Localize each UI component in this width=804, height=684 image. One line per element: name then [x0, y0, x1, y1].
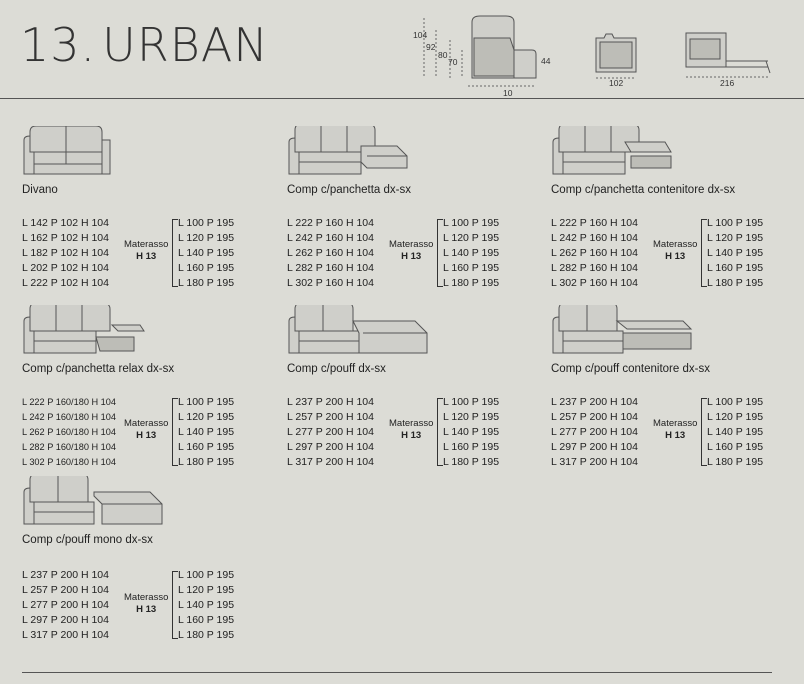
- materasso-label: Materasso H 13: [124, 239, 169, 262]
- mattress-list: L 100 P 195 L 120 P 195 L 140 P 195 L 16…: [178, 217, 235, 289]
- product-panchetta: Comp c/panchetta dx-sx L 222 P 160 H 104…: [287, 126, 537, 296]
- dim-bed-depth: 102: [609, 78, 624, 88]
- product-name: Comp c/panchetta relax dx-sx: [22, 363, 175, 375]
- header-divider: [0, 98, 804, 99]
- pouff-contenitore-image: [552, 305, 693, 354]
- dimension-list: L 237 P 200 H 104 L 257 P 200 H 104 L 27…: [551, 396, 638, 468]
- product-name: Comp c/pouff dx-sx: [287, 363, 386, 375]
- bed-open-diagram: [685, 32, 771, 78]
- product-name: Comp c/panchetta contenitore dx-sx: [551, 184, 736, 196]
- mattress-list: L 100 P 195 L 120 P 195 L 140 P 195 L 16…: [178, 396, 235, 468]
- dim-depth: 10: [503, 88, 513, 98]
- dimension-list: L 222 P 160 H 104 L 242 P 160 H 104 L 26…: [287, 217, 374, 289]
- dim-80: 80: [438, 50, 448, 60]
- side-profile-diagram: [423, 15, 537, 87]
- dimension-list: L 222 P 160 H 104 L 242 P 160 H 104 L 26…: [551, 217, 638, 289]
- product-name: Comp c/panchetta dx-sx: [287, 184, 412, 196]
- dimension-list: L 237 P 200 H 104 L 257 P 200 H 104 L 27…: [287, 396, 374, 468]
- dimension-list: L 222 P 160/180 H 104 L 242 P 160/180 H …: [22, 397, 116, 467]
- product-name: Comp c/pouff contenitore dx-sx: [551, 363, 710, 375]
- product-pouff-mono: Comp c/pouff mono dx-sx L 237 P 200 H 10…: [22, 476, 272, 646]
- product-name: Comp c/pouff mono dx-sx: [22, 534, 153, 546]
- footer-divider: [22, 672, 772, 673]
- pouff-mono-image: [23, 476, 163, 525]
- mattress-list: L 100 P 195 L 120 P 195 L 140 P 195 L 16…: [443, 217, 500, 289]
- dim-104: 104: [413, 30, 428, 40]
- dimension-list: L 237 P 200 H 104 L 257 P 200 H 104 L 27…: [22, 569, 109, 641]
- pouff-image: [288, 305, 428, 354]
- product-pouff: Comp c/pouff dx-sx L 237 P 200 H 104 L 2…: [287, 305, 537, 475]
- mattress-list: L 100 P 195 L 120 P 195 L 140 P 195 L 16…: [178, 569, 235, 641]
- mattress-list: L 100 P 195 L 120 P 195 L 140 P 195 L 16…: [443, 396, 500, 468]
- product-pouff-contenitore: Comp c/pouff contenitore dx-sx L 237 P 2…: [551, 305, 801, 475]
- materasso-label: Materasso H 13: [653, 239, 698, 262]
- product-panchetta-relax: Comp c/panchetta relax dx-sx L 222 P 160…: [22, 305, 272, 475]
- panchetta-image: [288, 126, 408, 175]
- title-number: 13.: [20, 18, 97, 72]
- divano-image: [23, 126, 111, 175]
- dim-44: 44: [541, 56, 551, 66]
- panchetta-relax-image: [23, 305, 145, 354]
- materasso-label: Materasso H 13: [124, 418, 169, 441]
- product-panchetta-contenitore: Comp c/panchetta contenitore dx-sx L 222…: [551, 126, 801, 296]
- dim-92: 92: [426, 42, 436, 52]
- product-name: Divano: [22, 184, 58, 196]
- title-text: URBAN: [102, 18, 269, 72]
- mattress-list: L 100 P 195 L 120 P 195 L 140 P 195 L 16…: [707, 217, 764, 289]
- materasso-label: Materasso H 13: [389, 418, 434, 441]
- dimension-list: L 142 P 102 H 104 L 162 P 102 H 104 L 18…: [22, 217, 109, 289]
- dim-bed-length: 216: [720, 78, 735, 88]
- page-title: 13. URBAN: [20, 18, 269, 72]
- materasso-label: Materasso H 13: [653, 418, 698, 441]
- mattress-list: L 100 P 195 L 120 P 195 L 140 P 195 L 16…: [707, 396, 764, 468]
- panchetta-contenitore-image: [552, 126, 672, 175]
- product-divano: Divano L 142 P 102 H 104 L 162 P 102 H 1…: [22, 126, 272, 296]
- dim-70: 70: [448, 57, 458, 67]
- materasso-label: Materasso H 13: [389, 239, 434, 262]
- materasso-label: Materasso H 13: [124, 592, 169, 615]
